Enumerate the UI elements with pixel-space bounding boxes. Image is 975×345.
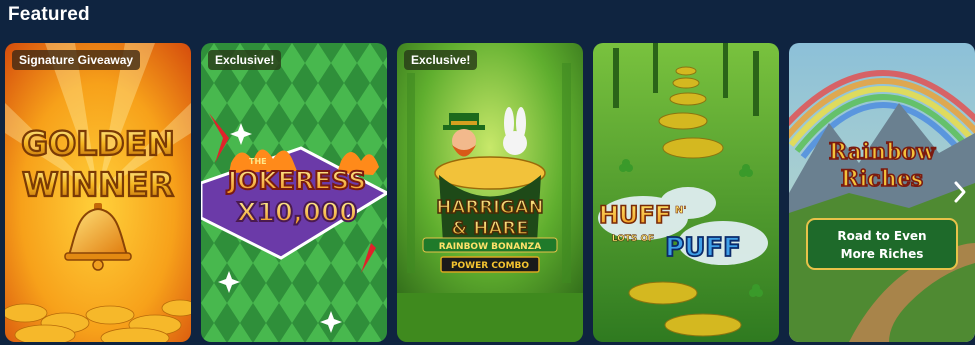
jokeress-title-small: THE: [249, 157, 267, 166]
game-card-jokeress[interactable]: THE JOKERESS X10,000 Exclusive!: [201, 43, 387, 342]
section-title: Featured: [8, 4, 90, 25]
harrigan-hare-artwork: HARRIGAN & HARE RAINBOW BONANZA POWER CO…: [397, 43, 583, 342]
rainbow-title-line1: Rainbow: [829, 139, 936, 165]
badge-exclusive: Exclusive!: [404, 50, 478, 70]
harrigan-title-line2: & HARE: [451, 218, 528, 239]
rainbow-subtitle-line2: More Riches: [841, 247, 924, 261]
huff-puff-artwork: HUFF N' LOTS OF PUFF: [593, 43, 779, 342]
badge-signature-giveaway: Signature Giveaway: [12, 50, 141, 70]
rainbow-title-line2: Riches: [841, 166, 923, 192]
jokeress-title-line2: X10,000: [237, 198, 357, 228]
huff-title-line2: LOTS OF: [612, 234, 655, 244]
game-card-huff-puff[interactable]: HUFF N' LOTS OF PUFF: [593, 43, 779, 342]
jokeress-title-line1: JOKERESS: [226, 166, 366, 195]
huff-title-line1: HUFF: [599, 201, 671, 229]
golden-winner-artwork: GOLDEN WINNER: [5, 43, 191, 342]
huff-title-small: N': [675, 205, 686, 216]
carousel-next-button[interactable]: [947, 168, 973, 216]
featured-carousel: GOLDEN WINNER Signature Giveaway THE JOK…: [5, 43, 975, 343]
golden-title-line2: WINNER: [22, 165, 174, 204]
chevron-right-icon: [954, 181, 966, 203]
jokeress-artwork: THE JOKERESS X10,000: [201, 43, 387, 342]
game-card-golden-winner[interactable]: GOLDEN WINNER Signature Giveaway: [5, 43, 191, 342]
badge-exclusive: Exclusive!: [208, 50, 282, 70]
huff-title-line3: PUFF: [665, 233, 741, 263]
golden-title-line1: GOLDEN: [21, 124, 175, 163]
harrigan-subtitle: RAINBOW BONANZA: [439, 242, 541, 252]
rainbow-subtitle-line1: Road to Even: [837, 229, 926, 243]
harrigan-title-line1: HARRIGAN: [436, 197, 543, 218]
game-card-harrigan-hare[interactable]: HARRIGAN & HARE RAINBOW BONANZA POWER CO…: [397, 43, 583, 342]
harrigan-tag: POWER COMBO: [451, 261, 529, 271]
